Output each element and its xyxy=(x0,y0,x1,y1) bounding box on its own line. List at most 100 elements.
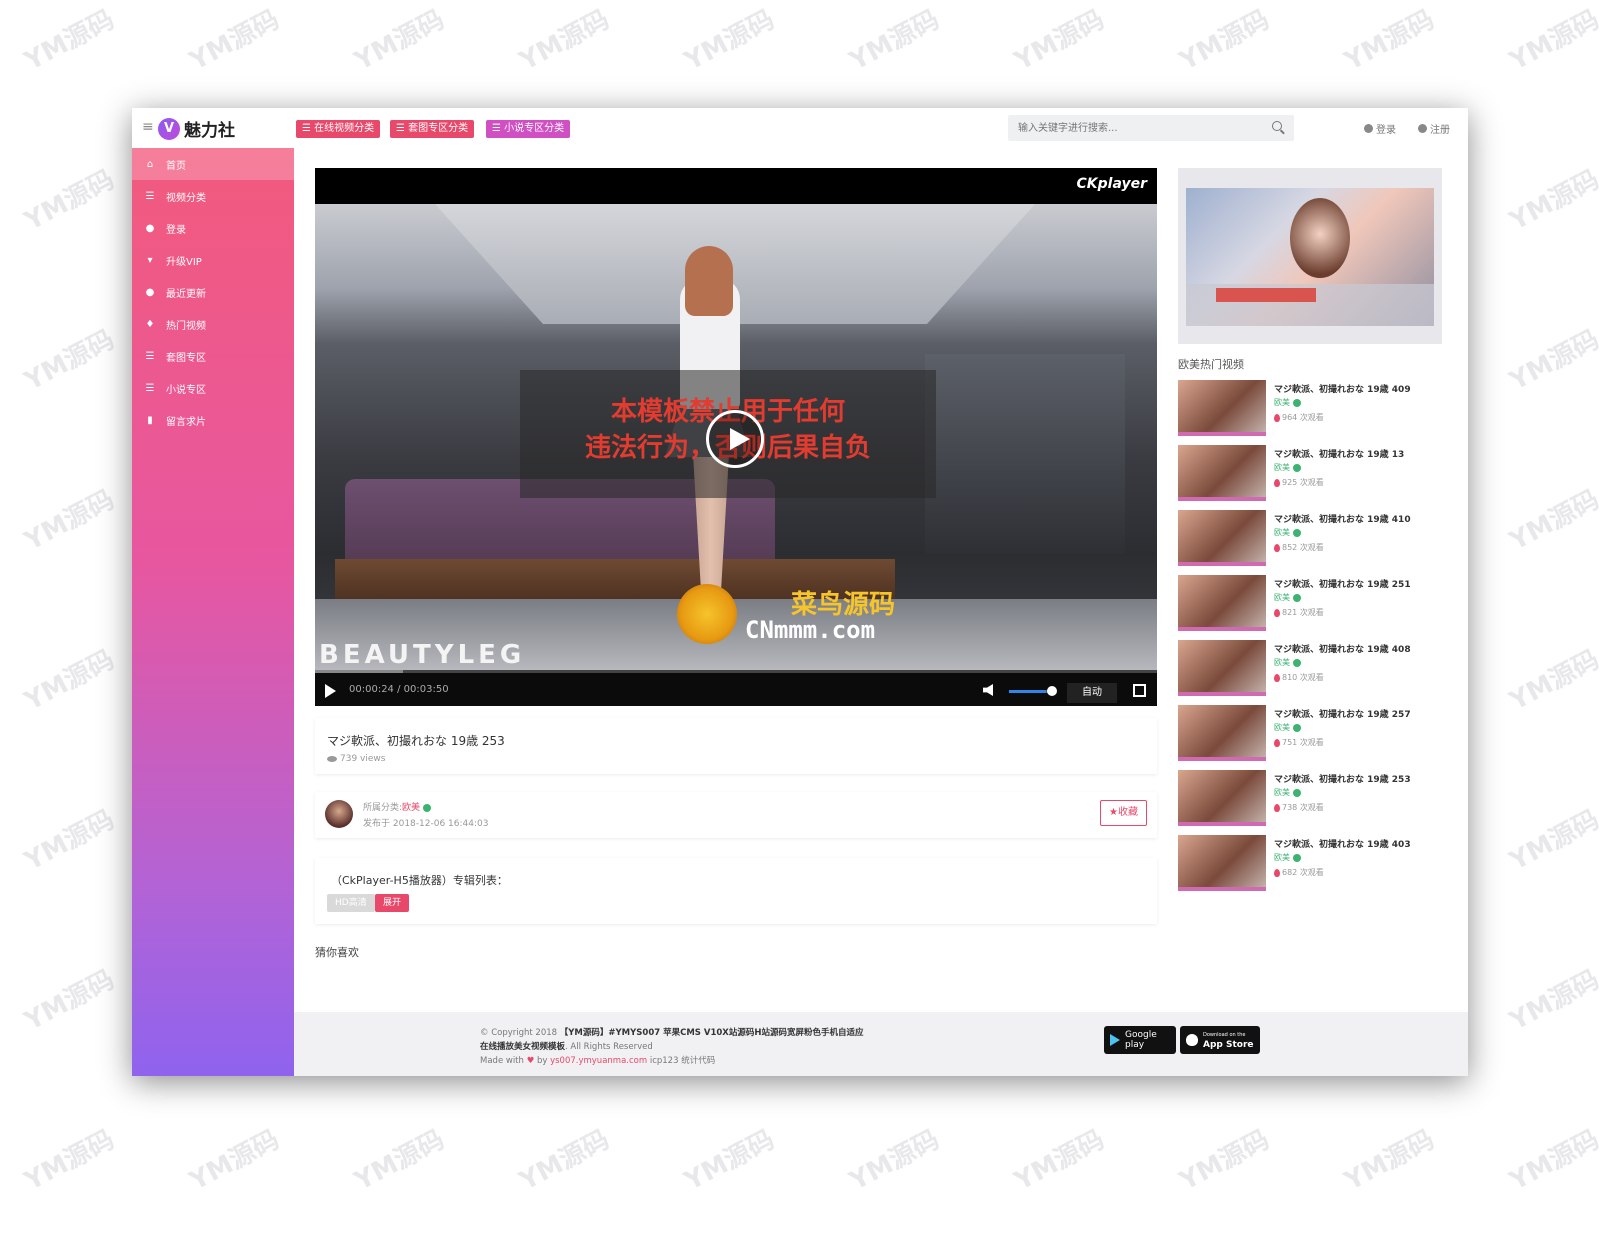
login-label: 登录 xyxy=(1376,125,1396,136)
verified-icon xyxy=(1293,723,1301,732)
watermark-text: YM源码 xyxy=(679,1124,780,1197)
verified-icon xyxy=(1293,788,1301,797)
category-novel-button[interactable]: ☰ 小说专区分类 xyxy=(486,120,571,138)
footer-site-link[interactable]: ys007.ymyuanma.com xyxy=(550,1056,647,1066)
favorite-button[interactable]: ★收藏 xyxy=(1100,800,1147,826)
hot-video-title[interactable]: マジ軟派、初撮れおな 19歳 251 xyxy=(1274,577,1411,590)
watermark-text: YM源码 xyxy=(1504,4,1600,77)
sidebar-item-home[interactable]: ⌂ 首页 xyxy=(132,148,294,180)
sidebar-item-novel[interactable]: ☰ 小说专区 xyxy=(132,372,294,404)
view-count: 739 views xyxy=(327,754,385,764)
sidebar-item-video-categories[interactable]: ☰ 视频分类 xyxy=(132,180,294,212)
hd-button[interactable]: HD高清 xyxy=(327,894,375,912)
progress-bar[interactable] xyxy=(315,670,1157,673)
video-frame[interactable]: 本模板禁止用于任何 违法行为，否则后果自负 菜鸟源码 CNmmm.com BEA… xyxy=(315,204,1157,670)
watermark-text: YM源码 xyxy=(19,324,120,397)
play-icon[interactable] xyxy=(325,684,336,698)
fullscreen-icon[interactable] xyxy=(1133,684,1146,697)
google-play-label: Google play xyxy=(1125,1030,1157,1050)
volume-icon[interactable] xyxy=(983,684,993,696)
hot-video-views: 821 次观看 xyxy=(1274,607,1324,618)
top-header: ≡ V 魅力社 ☰ 在线视频分类 ☰ 套图专区分类 ☰ 小说专区分类 登录 注册 xyxy=(132,108,1468,148)
video-thumbnail[interactable] xyxy=(1178,640,1266,696)
hot-video-item[interactable]: マジ軟派、初撮れおな 19歳 253 欧美 738 次观看 xyxy=(1178,770,1448,828)
hot-video-title[interactable]: マジ軟派、初撮れおな 19歳 253 xyxy=(1274,772,1411,785)
site-logo[interactable]: V 魅力社 xyxy=(158,116,235,141)
sidebar-item-login[interactable]: ● 登录 xyxy=(132,212,294,244)
hot-video-title[interactable]: マジ軟派、初撮れおな 19歳 403 xyxy=(1274,837,1411,850)
user-icon: ● xyxy=(145,286,155,298)
watermark-text: YM源码 xyxy=(349,4,450,77)
watermark-text: YM源码 xyxy=(1009,1124,1110,1197)
video-thumbnail[interactable] xyxy=(1178,705,1266,761)
search-input[interactable] xyxy=(1008,115,1248,141)
hot-video-item[interactable]: マジ軟派、初撮れおな 19歳 408 欧美 810 次观看 xyxy=(1178,640,1448,698)
progress-fill xyxy=(315,670,403,673)
hot-video-item[interactable]: マジ軟派、初撮れおな 19歳 257 欧美 751 次观看 xyxy=(1178,705,1448,763)
watermark-text: YM源码 xyxy=(19,964,120,1037)
ad-banner[interactable] xyxy=(1178,168,1442,344)
big-play-icon[interactable] xyxy=(706,410,764,468)
hot-video-title[interactable]: マジ軟派、初撮れおな 19歳 410 xyxy=(1274,512,1411,525)
register-label: 注册 xyxy=(1430,125,1450,136)
hot-video-title[interactable]: マジ軟派、初撮れおな 19歳 409 xyxy=(1274,382,1411,395)
hot-video-views-text: 682 次观看 xyxy=(1282,868,1324,877)
hot-video-item[interactable]: マジ軟派、初撮れおな 19歳 13 欧美 925 次观看 xyxy=(1178,445,1448,503)
login-link[interactable]: 登录 xyxy=(1364,121,1396,136)
hot-video-views-text: 925 次观看 xyxy=(1282,478,1324,487)
category-gallery-button[interactable]: ☰ 套图专区分类 xyxy=(390,120,475,138)
google-play-button[interactable]: Google play xyxy=(1104,1026,1176,1054)
sidebar-item-request[interactable]: ▮ 留言求片 xyxy=(132,404,294,436)
watermark-text: YM源码 xyxy=(1504,644,1600,717)
avatar[interactable] xyxy=(325,800,353,828)
album-card: （CkPlayer-H5播放器）专辑列表： HD高清 展开 xyxy=(315,858,1157,924)
sidebar-item-vip[interactable]: ▾ 升级VIP xyxy=(132,244,294,276)
watermark-text: YM源码 xyxy=(1339,1124,1440,1197)
watermark-text: YM源码 xyxy=(514,1124,615,1197)
video-thumbnail[interactable] xyxy=(1178,835,1266,891)
sidebar-item-hot[interactable]: ♦ 热门视频 xyxy=(132,308,294,340)
video-player[interactable]: CKplayer 本模板禁止用于任何 违法行为，否则后果自负 菜鸟源码 CNmm… xyxy=(315,168,1157,706)
register-link[interactable]: 注册 xyxy=(1418,121,1450,136)
fire-icon: ♦ xyxy=(145,318,155,330)
video-thumbnail[interactable] xyxy=(1178,575,1266,631)
volume-knob[interactable] xyxy=(1047,686,1057,696)
hot-video-tag: 欧美 xyxy=(1274,657,1301,668)
hot-video-item[interactable]: マジ軟派、初撮れおな 19歳 251 欧美 821 次观看 xyxy=(1178,575,1448,633)
video-thumbnail[interactable] xyxy=(1178,380,1266,436)
heart-icon: ♥ xyxy=(526,1056,535,1066)
fire-icon xyxy=(1274,543,1280,552)
fire-icon xyxy=(1274,738,1280,747)
app-store-button[interactable]: Download on the App Store xyxy=(1180,1026,1260,1054)
hot-video-tag: 欧美 xyxy=(1274,852,1301,863)
apple-icon xyxy=(1186,1034,1198,1046)
video-thumbnail[interactable] xyxy=(1178,445,1266,501)
category-link[interactable]: 欧美 xyxy=(402,803,420,813)
hot-video-views: 682 次观看 xyxy=(1274,867,1324,878)
user-circle-icon xyxy=(1364,124,1373,133)
hot-video-item[interactable]: マジ軟派、初撮れおな 19歳 403 欧美 682 次观看 xyxy=(1178,835,1448,893)
app-store-small-label: Download on the xyxy=(1203,1032,1246,1038)
hot-video-tag: 欧美 xyxy=(1274,527,1301,538)
watermark-text: YM源码 xyxy=(1504,484,1600,557)
search-icon[interactable] xyxy=(1272,121,1282,131)
hot-video-title[interactable]: マジ軟派、初撮れおな 19歳 408 xyxy=(1274,642,1411,655)
hot-video-item[interactable]: マジ軟派、初撮れおな 19歳 409 欧美 964 次观看 xyxy=(1178,380,1448,438)
quality-button[interactable]: 自动 xyxy=(1067,683,1117,703)
video-thumbnail[interactable] xyxy=(1178,510,1266,566)
hot-video-title[interactable]: マジ軟派、初撮れおな 19歳 257 xyxy=(1274,707,1411,720)
hot-video-tag-text: 欧美 xyxy=(1274,593,1290,602)
cart-icon: ▾ xyxy=(147,254,153,266)
hot-video-tag: 欧美 xyxy=(1274,397,1301,408)
menu-toggle-icon[interactable]: ≡ xyxy=(142,119,154,135)
watermark-text: YM源码 xyxy=(844,1124,945,1197)
category-video-button[interactable]: ☰ 在线视频分类 xyxy=(296,120,381,138)
hot-video-item[interactable]: マジ軟派、初撮れおな 19歳 410 欧美 852 次观看 xyxy=(1178,510,1448,568)
verified-icon xyxy=(1293,593,1301,602)
fire-icon xyxy=(1274,413,1280,422)
video-thumbnail[interactable] xyxy=(1178,770,1266,826)
expand-button[interactable]: 展开 xyxy=(375,894,410,912)
hot-video-title[interactable]: マジ軟派、初撮れおな 19歳 13 xyxy=(1274,447,1404,460)
sidebar-item-gallery[interactable]: ☰ 套图专区 xyxy=(132,340,294,372)
sidebar-item-recent[interactable]: ● 最近更新 xyxy=(132,276,294,308)
